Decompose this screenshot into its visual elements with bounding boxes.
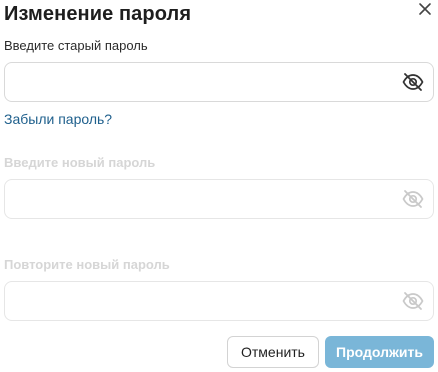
eye-off-icon (402, 291, 424, 311)
new-password-field[interactable] (4, 179, 434, 219)
new-password-input[interactable] (15, 188, 389, 212)
eye-off-icon (402, 189, 424, 209)
close-icon[interactable] (416, 0, 434, 18)
repeat-password-label: Повторите новый пароль (4, 257, 170, 272)
cancel-button[interactable]: Отменить (227, 336, 319, 368)
continue-button[interactable]: Продолжить (325, 336, 434, 368)
forgot-password-link[interactable]: Забыли пароль? (4, 111, 112, 127)
old-password-field[interactable] (4, 62, 434, 102)
eye-off-icon[interactable] (402, 72, 424, 92)
change-password-dialog: Изменение пароля Введите старый пароль З… (0, 0, 438, 372)
old-password-input[interactable] (15, 71, 389, 95)
new-password-label: Введите новый пароль (4, 155, 156, 170)
repeat-password-input[interactable] (15, 290, 389, 314)
repeat-password-field[interactable] (4, 281, 434, 321)
dialog-title: Изменение пароля (4, 3, 192, 25)
old-password-label: Введите старый пароль (4, 38, 148, 53)
